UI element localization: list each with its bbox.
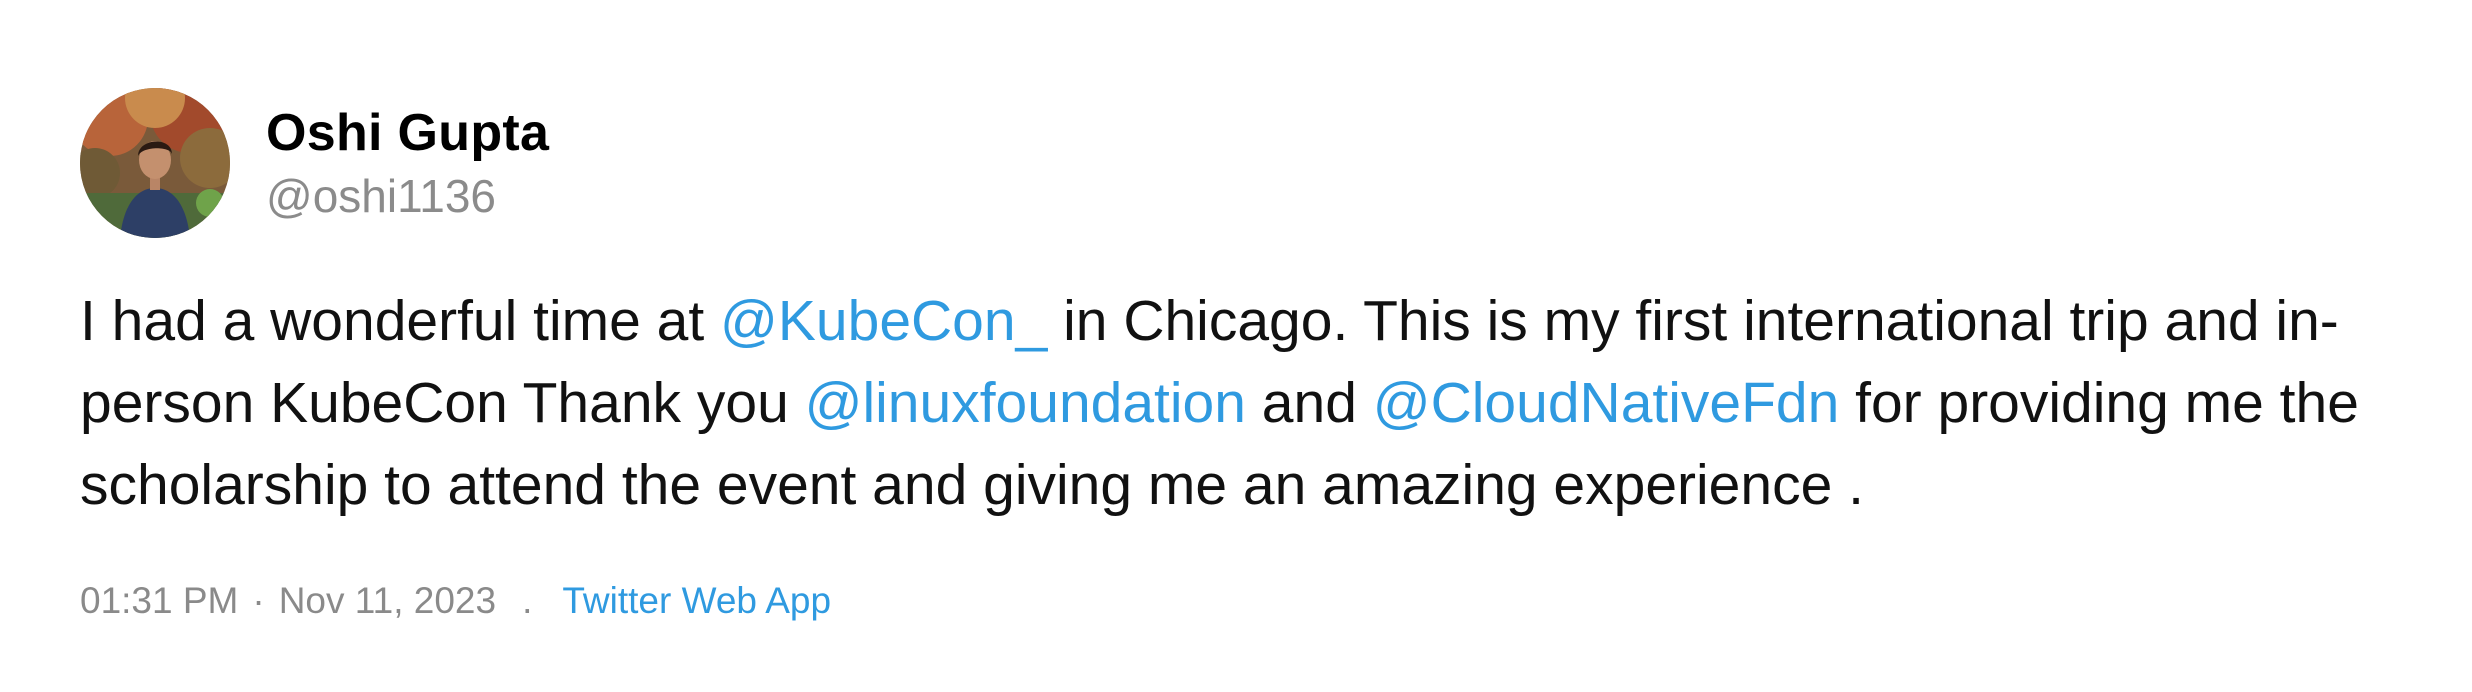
tweet-date[interactable]: Nov 11, 2023: [279, 580, 496, 622]
tweet-card: Oshi Gupta @oshi1136 I had a wonderful t…: [80, 88, 2410, 622]
author-handle[interactable]: @oshi1136: [266, 167, 549, 225]
tweet-text-segment: and: [1245, 371, 1373, 435]
tweet-meta: 01:31 PM · Nov 11, 2023 . Twitter Web Ap…: [80, 580, 2410, 622]
tweet-source-link[interactable]: Twitter Web App: [562, 580, 831, 622]
meta-dot: ·: [252, 580, 265, 621]
tweet-header: Oshi Gupta @oshi1136: [80, 88, 2410, 238]
tweet-text: I had a wonderful time at @KubeCon_ in C…: [80, 280, 2410, 526]
avatar[interactable]: [80, 88, 230, 238]
tweet-time[interactable]: 01:31 PM: [80, 580, 238, 622]
author-display-name[interactable]: Oshi Gupta: [266, 101, 549, 165]
meta-separator: .: [522, 580, 533, 621]
author-names: Oshi Gupta @oshi1136: [266, 101, 549, 225]
mention-kubecon[interactable]: @KubeCon_: [720, 289, 1047, 353]
mention-cloudnativefdn[interactable]: @CloudNativeFdn: [1373, 371, 1840, 435]
tweet-text-segment: I had a wonderful time at: [80, 289, 721, 353]
profile-photo-icon: [80, 88, 230, 238]
mention-linuxfoundation[interactable]: @linuxfoundation: [805, 371, 1246, 435]
